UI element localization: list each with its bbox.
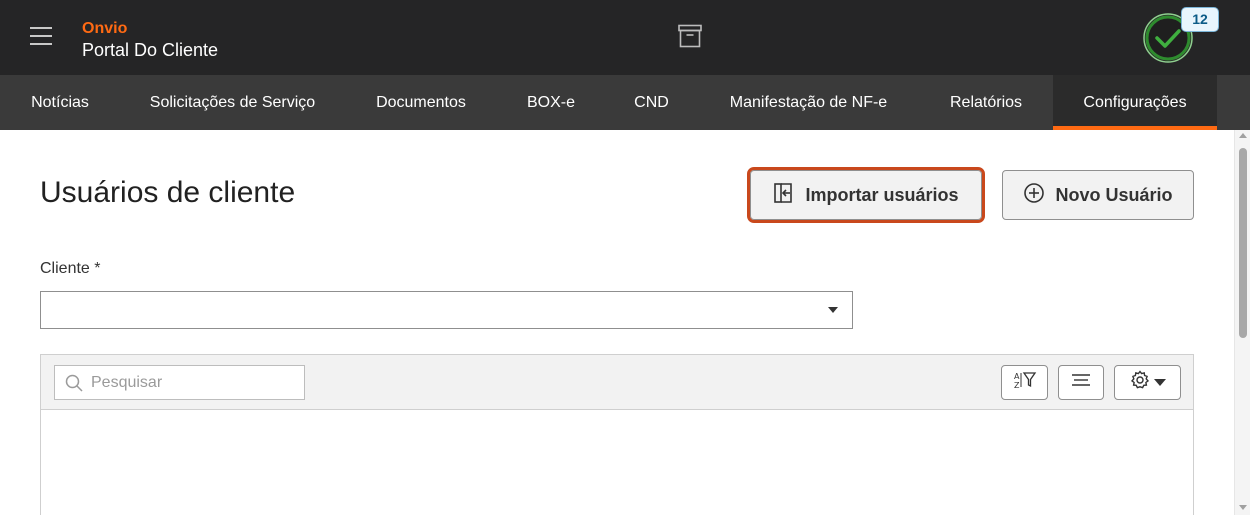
brand[interactable]: Onvio Portal Do Cliente bbox=[82, 20, 218, 61]
grid-body bbox=[41, 411, 1193, 515]
notification-badge[interactable]: 12 bbox=[1181, 7, 1219, 32]
scrollbar-thumb[interactable] bbox=[1239, 148, 1247, 338]
tab-manifestacao-nfe[interactable]: Manifestação de NF-e bbox=[698, 75, 919, 130]
gear-icon bbox=[1130, 370, 1150, 395]
import-users-label: Importar usuários bbox=[805, 184, 959, 205]
scroll-down-arrow-icon[interactable] bbox=[1239, 505, 1247, 510]
hamburger-menu-icon[interactable] bbox=[30, 27, 52, 47]
tab-documentos[interactable]: Documentos bbox=[345, 75, 497, 130]
search-box[interactable] bbox=[54, 365, 305, 400]
plus-circle-icon bbox=[1023, 182, 1045, 209]
grid-toolbar: A Z bbox=[41, 355, 1193, 410]
archive-box-icon[interactable] bbox=[677, 24, 703, 48]
sort-filter-button[interactable]: A Z bbox=[1001, 365, 1048, 400]
search-input[interactable] bbox=[91, 366, 301, 399]
tab-box-e[interactable]: BOX-e bbox=[497, 75, 605, 130]
tab-relatorios[interactable]: Relatórios bbox=[919, 75, 1053, 130]
lines-icon bbox=[1071, 373, 1091, 392]
client-label: Cliente * bbox=[40, 260, 101, 277]
users-grid: A Z bbox=[40, 354, 1194, 515]
client-select[interactable] bbox=[40, 291, 853, 329]
svg-text:A: A bbox=[1014, 372, 1020, 381]
import-icon bbox=[773, 182, 795, 209]
top-bar: Onvio Portal Do Cliente 12 bbox=[0, 0, 1250, 75]
tab-solicitacoes-de-servico[interactable]: Solicitações de Serviço bbox=[120, 75, 345, 130]
svg-text:Z: Z bbox=[1014, 381, 1020, 390]
page-title: Usuários de cliente bbox=[40, 176, 296, 209]
main-nav: Notícias Solicitações de Serviço Documen… bbox=[0, 75, 1250, 130]
tab-cnd[interactable]: CND bbox=[605, 75, 698, 130]
import-users-button[interactable]: Importar usuários bbox=[747, 167, 985, 223]
search-icon bbox=[65, 374, 83, 392]
tab-configuracoes[interactable]: Configurações bbox=[1053, 75, 1217, 130]
new-user-label: Novo Usuário bbox=[1055, 184, 1173, 205]
columns-button[interactable] bbox=[1058, 365, 1104, 400]
caret-down-icon bbox=[1153, 374, 1166, 392]
brand-subtitle: Portal Do Cliente bbox=[82, 40, 219, 60]
settings-dropdown-button[interactable] bbox=[1114, 365, 1181, 400]
tab-noticias[interactable]: Notícias bbox=[0, 75, 120, 130]
brand-name: Onvio bbox=[82, 20, 128, 37]
scroll-up-arrow-icon[interactable] bbox=[1239, 133, 1247, 138]
chevron-down-icon bbox=[828, 307, 838, 313]
sort-filter-icon: A Z bbox=[1013, 370, 1037, 395]
page-scrollbar[interactable] bbox=[1234, 130, 1250, 515]
new-user-button[interactable]: Novo Usuário bbox=[1002, 170, 1194, 220]
